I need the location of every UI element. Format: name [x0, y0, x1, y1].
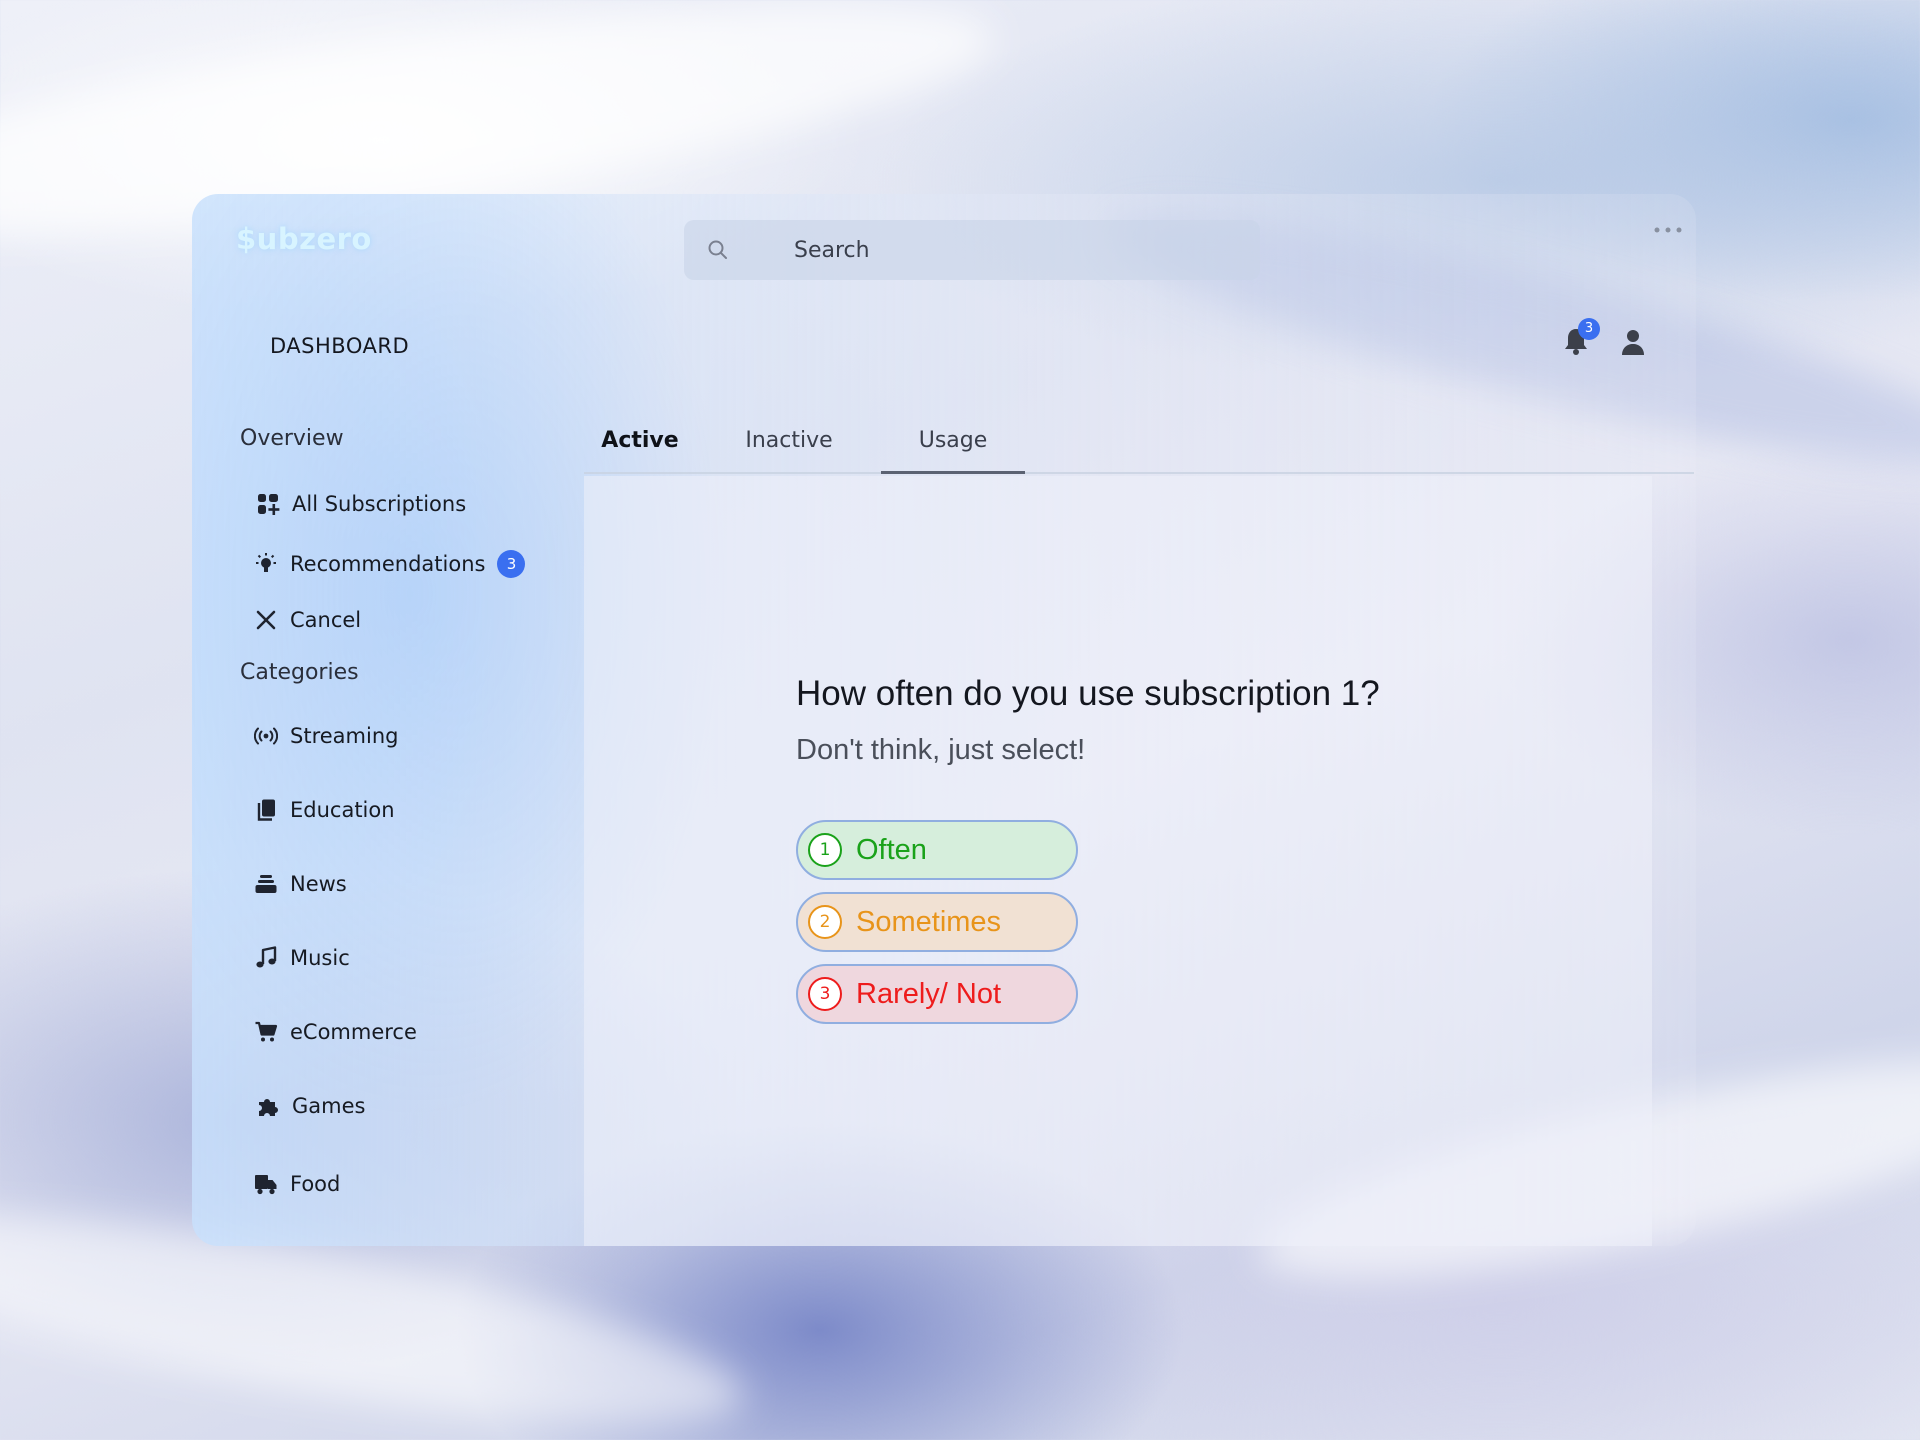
documents-icon	[257, 799, 275, 821]
puzzle-icon	[259, 1099, 278, 1116]
option-often-button[interactable]: 1 Often	[796, 820, 1078, 880]
categories-heading: Categories	[240, 660, 359, 685]
option-label: Sometimes	[856, 905, 1002, 938]
usage-survey-panel: How often do you use subscription 1? Don…	[584, 476, 1652, 1246]
option-number-badge: 3	[808, 977, 842, 1011]
sidebar-item-label: Games	[292, 1094, 366, 1118]
cart-icon	[255, 1021, 278, 1042]
sidebar-item-games[interactable]: Games	[256, 1086, 365, 1126]
tab-selected-indicator	[881, 471, 1025, 474]
overview-heading: Overview	[240, 426, 344, 451]
search-input[interactable]	[794, 220, 1234, 280]
sidebar-item-ecommerce[interactable]: eCommerce	[254, 1012, 417, 1052]
option-label: Rarely/ Not	[856, 977, 1002, 1010]
app-logo[interactable]: $ubzero	[236, 222, 372, 256]
page-title: DASHBOARD	[270, 334, 410, 358]
tab-usage-label: Usage	[918, 428, 988, 453]
tab-usage[interactable]: Usage	[881, 416, 1025, 474]
sidebar-item-label: Recommendations	[290, 552, 486, 576]
sidebar-item-recommendations[interactable]: Recommendations 3	[254, 544, 526, 584]
lightbulb-icon	[256, 553, 276, 572]
sidebar-item-label: Food	[290, 1172, 341, 1196]
user-icon[interactable]	[1620, 328, 1646, 356]
sidebar-item-streaming[interactable]: Streaming	[254, 716, 398, 756]
sidebar-item-food[interactable]: Food	[254, 1164, 340, 1204]
tab-bar: Active Inactive Usage	[584, 416, 1694, 474]
sidebar-item-news[interactable]: News	[254, 864, 347, 904]
option-number-badge: 1	[808, 833, 842, 867]
sidebar-item-label: News	[290, 872, 347, 896]
count-badge: 3	[497, 550, 526, 578]
sidebar-item-label: Streaming	[290, 724, 399, 748]
notification-badge: 3	[1578, 318, 1600, 340]
sidebar-item-label: Music	[290, 946, 350, 970]
grid-plus-icon	[258, 494, 280, 515]
close-icon	[256, 610, 276, 630]
truck-icon	[255, 1175, 277, 1195]
sidebar-item-cancel[interactable]: Cancel	[254, 600, 361, 640]
tab-active[interactable]: Active	[594, 416, 686, 472]
option-sometimes-button[interactable]: 2 Sometimes	[796, 892, 1078, 952]
music-note-icon	[256, 946, 277, 968]
more-options-icon[interactable]	[1652, 224, 1684, 236]
search-icon	[708, 240, 727, 259]
sidebar-item-music[interactable]: Music	[254, 938, 350, 978]
search-bar[interactable]	[684, 220, 1260, 280]
app-window: $ubzero DASHBOARD 3 Overview All Subscri…	[192, 194, 1696, 1246]
sidebar-item-label: eCommerce	[290, 1020, 417, 1044]
sidebar-item-label: Cancel	[290, 608, 362, 632]
survey-question: How often do you use subscription 1?	[796, 674, 1380, 713]
survey-subtext: Don't think, just select!	[796, 734, 1086, 766]
sidebar-item-all-subscriptions[interactable]: All Subscriptions	[256, 484, 466, 524]
option-number-badge: 2	[808, 905, 842, 939]
sidebar-item-label: Education	[290, 798, 395, 822]
option-rarely-button[interactable]: 3 Rarely/ Not	[796, 964, 1078, 1024]
option-label: Often	[856, 833, 927, 866]
sidebar-item-label: All Subscriptions	[292, 492, 467, 516]
broadcast-icon	[254, 727, 278, 745]
sidebar-item-education[interactable]: Education	[254, 790, 395, 830]
tab-inactive[interactable]: Inactive	[722, 416, 856, 472]
stack-icon	[255, 875, 277, 893]
